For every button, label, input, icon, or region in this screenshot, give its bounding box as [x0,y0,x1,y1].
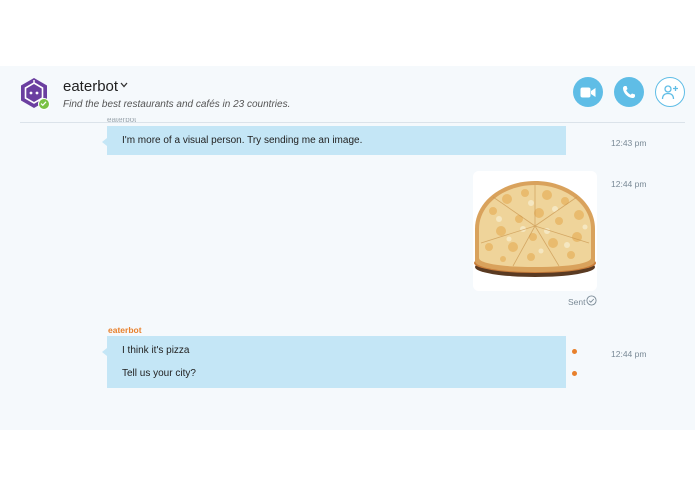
bubble-tail [102,348,107,356]
pizza-photo [473,171,597,291]
video-call-button[interactable] [573,77,603,107]
add-contact-button[interactable] [655,77,685,107]
chevron-down-icon[interactable] [120,82,128,88]
unread-indicator [572,371,577,376]
message-timestamp: 12:44 pm [611,349,647,359]
contact-name[interactable]: eaterbot [63,78,118,95]
message-timestamp: 12:44 pm [611,179,647,189]
incoming-message-bubble[interactable]: I think it's pizza Tell us your city? [102,336,566,388]
phone-icon [623,86,635,98]
unread-indicator [572,349,577,354]
header-divider [20,122,685,123]
message-timestamp: 12:43 pm [611,138,647,148]
bubble-tail [102,138,107,146]
message-text: I think it's pizza [122,345,190,356]
audio-call-button[interactable] [614,77,644,107]
check-icon [40,101,47,107]
sent-check-icon [586,295,597,306]
message-text: Tell us your city? [122,368,196,379]
delivery-status: Sent [568,297,586,307]
incoming-message-bubble[interactable]: I'm more of a visual person. Try sending… [102,126,566,155]
chat-window: eaterbot Find the best restaurants and c… [0,66,695,430]
sent-image-pizza[interactable] [473,171,597,291]
chat-header: eaterbot Find the best restaurants and c… [0,66,695,122]
sender-name-partial: eaterbot [107,118,136,122]
online-status-badge [38,98,50,110]
sender-name: eaterbot [108,325,142,335]
video-camera-icon [580,87,596,97]
message-text: I'm more of a visual person. Try sending… [122,135,363,146]
contact-description: Find the best restaurants and cafés in 2… [63,99,291,110]
add-person-icon [661,85,678,100]
